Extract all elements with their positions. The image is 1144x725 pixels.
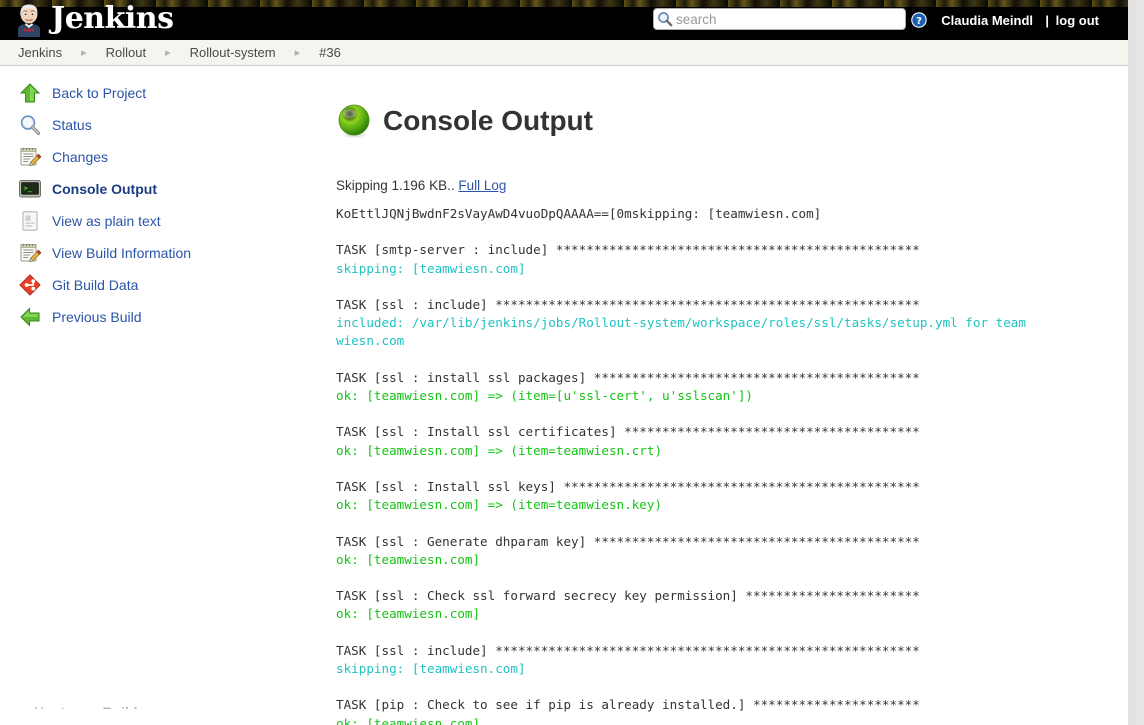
console-line: ok: [teamwiesn.com] => (item=teamwiesn.c… [336,443,662,458]
notepad-pencil-icon [18,241,42,265]
sidebar-item-back-to-project[interactable]: Back to Project [0,77,320,109]
sidebar-item-label: Console Output [52,181,157,197]
jenkins-logo-link[interactable]: Jenkins [14,0,173,40]
git-diamond-icon [18,273,42,297]
console-line: ok: [teamwiesn.com] [336,552,480,567]
sidebar-item-label: View as plain text [52,213,161,229]
sidebar-item-label: View Build Information [52,245,191,261]
console-line: ok: [teamwiesn.com] [336,716,480,725]
breadcrumb-separator: ▸ [295,46,301,59]
page-body: Back to Project Status [0,66,1136,724]
breadcrumb-item-rollout[interactable]: Rollout [106,45,146,60]
console-line: skipping: [teamwiesn.com] [336,661,526,676]
sidebar-item-label: Previous Build [52,309,142,325]
svg-text:?: ? [916,16,922,27]
page-title: Console Output [383,107,593,135]
sidebar-item-status[interactable]: Status [0,109,320,141]
breadcrumb-separator: ▸ [165,46,171,59]
breadcrumb-item-rollout-system[interactable]: Rollout-system [190,45,276,60]
ball-green-icon [336,103,372,139]
breadcrumb-item-jenkins[interactable]: Jenkins [18,45,62,60]
console-line: TASK [ssl : Generate dhparam key] ******… [336,534,920,549]
console-line: skipping: [teamwiesn.com] [336,261,526,276]
sidebar-item-view-as-plain-text[interactable]: View as plain text [0,205,320,237]
search-box[interactable] [653,8,906,30]
logout-separator: | [1045,13,1049,28]
console-line [336,223,1026,241]
sidebar-item-git-build-data[interactable]: Git Build Data [0,269,320,301]
full-log-link[interactable]: Full Log [458,178,506,193]
console-line [336,351,1026,369]
console-line: ok: [teamwiesn.com] => (item=[u'ssl-cert… [336,388,753,403]
console-line: TASK [ssl : include] *******************… [336,297,920,312]
top-header-bar: Jenkins ? Claudia Meindl | log out [0,0,1136,40]
jenkins-logo-text: Jenkins [51,4,173,37]
skip-notice: Skipping 1.196 KB.. Full Log [336,178,1136,193]
console-line: KoEttlJQNjBwdnF2sVayAwD4vuoDpQAAAA==[0ms… [336,206,821,221]
sidebar: Back to Project Status [0,66,320,333]
sidebar-item-label: Status [52,117,92,133]
console-line [336,405,1026,423]
console-line: TASK [ssl : Install ssl certificates] **… [336,424,920,439]
terminal-icon: >_ [18,177,42,201]
console-line: TASK [ssl : Install ssl keys] **********… [336,479,920,494]
sidebar-item-label: Back to Project [52,85,146,101]
console-line: TASK [ssl : Check ssl forward secrecy ke… [336,588,920,603]
sidebar-item-label: Changes [52,149,108,165]
breadcrumb-item-build-number[interactable]: #36 [319,45,341,60]
console-line: TASK [pip : Check to see if pip is alrea… [336,697,920,712]
svg-text:>_: >_ [23,183,32,192]
left-arrow-green-icon [18,305,42,329]
magnifier-icon [18,113,42,137]
console-output-log[interactable]: KoEttlJQNjBwdnF2sVayAwD4vuoDpQAAAA==[0ms… [336,205,1026,725]
page-scrollbar-track[interactable] [1128,0,1136,725]
console-line: included: /var/lib/jenkins/jobs/Rollout-… [336,315,1026,348]
search-icon [657,11,673,27]
page-title-row: Console Output [336,88,1136,154]
console-line [336,278,1026,296]
logout-link[interactable]: log out [1056,13,1099,28]
sidebar-item-view-build-information[interactable]: View Build Information [0,237,320,269]
sidebar-item-changes[interactable]: Changes [0,141,320,173]
document-plain-icon [18,209,42,233]
sidebar-item-label: Git Build Data [52,277,138,293]
sidebar-item-previous-build[interactable]: Previous Build [0,301,320,333]
breadcrumb-separator: ▸ [81,46,87,59]
skip-notice-text: Skipping 1.196 KB.. [336,178,455,193]
sidebar-cut-off-heading: Upstream Builds [0,705,300,709]
console-line [336,678,1026,696]
console-line: ok: [teamwiesn.com] [336,606,480,621]
user-name-link[interactable]: Claudia Meindl [941,13,1033,28]
console-line: ok: [teamwiesn.com] => (item=teamwiesn.k… [336,497,662,512]
search-input[interactable] [673,10,901,28]
jenkins-page: Jenkins ? Claudia Meindl | log out Jenki… [0,0,1136,725]
help-question-icon[interactable]: ? [911,12,927,28]
jenkins-butler-icon [14,3,44,37]
sidebar-cut-off-heading-text: Upstream Builds [34,705,300,709]
console-line: TASK [ssl : include] *******************… [336,643,920,658]
main-content: Console Output Skipping 1.196 KB.. Full … [336,66,1136,725]
breadcrumb: Jenkins ▸ Rollout ▸ Rollout-system ▸ #36 [0,40,1136,66]
console-line [336,514,1026,532]
console-line [336,624,1026,642]
console-line [336,569,1026,587]
console-line [336,460,1026,478]
sidebar-item-console-output[interactable]: >_ Console Output [0,173,320,205]
up-arrow-green-icon [18,81,42,105]
console-line: TASK [ssl : install ssl packages] ******… [336,370,920,385]
notepad-pencil-icon [18,145,42,169]
console-line: TASK [smtp-server : include] ***********… [336,242,920,257]
